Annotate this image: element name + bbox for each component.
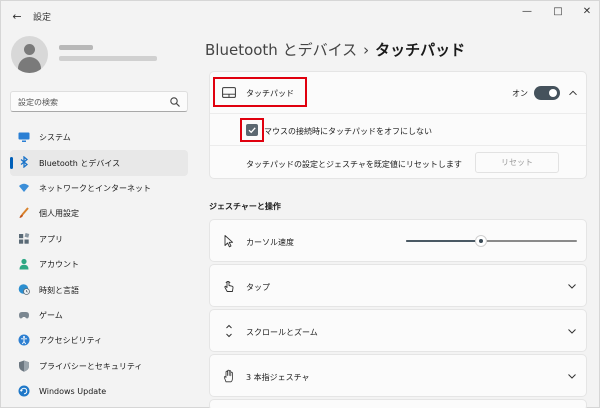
sidebar-item-label: ネットワークとインターネット: [39, 183, 151, 193]
sidebar-item-gaming[interactable]: ゲーム: [10, 303, 188, 328]
section-title: ジェスチャーと操作: [209, 202, 281, 211]
cursor-speed-card: カーソル速度: [209, 219, 587, 262]
partial-card: [209, 399, 587, 408]
sidebar-item-personalization[interactable]: 個人用設定: [10, 201, 188, 226]
user-name-redacted: [59, 45, 93, 50]
sidebar-item-label: ゲーム: [39, 310, 63, 320]
sidebar-item-network[interactable]: ネットワークとインターネット: [10, 176, 188, 201]
sidebar-item-apps[interactable]: アプリ: [10, 227, 188, 252]
search-input[interactable]: [18, 95, 168, 109]
hand-icon: [223, 369, 233, 383]
chevron-down-icon[interactable]: [567, 371, 577, 381]
shield-icon: [19, 360, 29, 372]
minimize-icon[interactable]: —: [516, 5, 538, 19]
toggle-state-label: オン: [512, 89, 528, 98]
search-box[interactable]: [10, 91, 188, 112]
sidebar-item-privacy[interactable]: プライバシーとセキュリティ: [10, 354, 188, 379]
settings-window: ← 設定 — □ ✕ システム Bluetooth と: [0, 0, 600, 408]
sidebar-item-label: Bluetooth とデバイス: [39, 158, 121, 168]
sidebar-item-label: 個人用設定: [39, 209, 79, 219]
monitor-icon: [18, 132, 30, 142]
globe-clock-icon: [18, 284, 30, 296]
avatar[interactable]: [11, 36, 48, 73]
user-email-redacted: [59, 56, 157, 61]
wifi-icon: [19, 183, 29, 192]
sidebar-item-label: プライバシーとセキュリティ: [39, 361, 143, 371]
touchpad-card: タッチパッド オン マウスの接続時にタッチパッドをオフにしない タッチパッドの設…: [209, 71, 587, 179]
sidebar-item-label: 時刻と言語: [39, 285, 79, 295]
sidebar-item-label: システム: [39, 133, 71, 143]
chevron-down-icon[interactable]: [567, 326, 577, 336]
scroll-icon: [226, 324, 232, 338]
update-icon: [18, 385, 30, 397]
sidebar-item-windows-update[interactable]: Windows Update: [10, 379, 188, 404]
tap-label: タップ: [246, 283, 270, 292]
scroll-zoom-card[interactable]: スクロールとズーム: [209, 309, 587, 352]
cursor-speed-label: カーソル速度: [246, 238, 294, 247]
tap-icon: [224, 281, 234, 292]
bluetooth-icon: [20, 156, 29, 169]
tap-card[interactable]: タップ: [209, 264, 587, 307]
app-title: 設定: [33, 13, 52, 23]
cursor-icon: [224, 235, 234, 248]
sidebar-item-accounts[interactable]: アカウント: [10, 252, 188, 277]
reset-button[interactable]: リセット: [475, 152, 559, 173]
sidebar-item-system[interactable]: システム: [10, 125, 188, 150]
breadcrumb-parent[interactable]: Bluetooth とデバイス: [205, 41, 357, 59]
highlight-checkbox: [240, 118, 264, 142]
sidebar-item-label: Windows Update: [39, 387, 107, 397]
scroll-zoom-label: スクロールとズーム: [246, 328, 318, 337]
sidebar-item-label: アクセシビリティ: [39, 336, 103, 346]
back-arrow-icon[interactable]: ←: [9, 9, 25, 25]
sidebar-item-accessibility[interactable]: アクセシビリティ: [10, 328, 188, 353]
title-bar: ← 設定 — □ ✕: [1, 1, 600, 31]
highlight-touchpad: [213, 77, 307, 107]
chevron-down-icon[interactable]: [567, 281, 577, 291]
slider-thumb[interactable]: [475, 235, 488, 247]
touchpad-toggle[interactable]: [534, 86, 560, 100]
sidebar-item-time-language[interactable]: 時刻と言語: [10, 277, 188, 302]
three-finger-card[interactable]: 3 本指ジェスチャ: [209, 354, 587, 397]
sidebar-item-bluetooth[interactable]: Bluetooth とデバイス: [10, 150, 188, 176]
brush-icon: [19, 207, 29, 219]
sidebar-nav: システム Bluetooth とデバイス ネットワークとインターネット 個人用設…: [10, 125, 188, 404]
reset-description: タッチパッドの設定とジェスチャを既定値にリセットします: [246, 160, 462, 169]
search-icon[interactable]: [169, 96, 181, 108]
breadcrumb: Bluetooth とデバイス › タッチパッド: [205, 39, 465, 60]
apps-icon: [19, 232, 30, 244]
cursor-speed-slider[interactable]: [406, 235, 577, 247]
breadcrumb-separator: ›: [363, 41, 370, 59]
leave-on-label: マウスの接続時にタッチパッドをオフにしない: [264, 127, 432, 136]
three-finger-label: 3 本指ジェスチャ: [246, 373, 310, 382]
maximize-icon[interactable]: □: [547, 5, 569, 19]
person-icon: [19, 258, 29, 270]
sidebar-item-label: アプリ: [39, 234, 63, 244]
close-icon[interactable]: ✕: [576, 5, 598, 19]
accessibility-icon: [18, 334, 30, 346]
sidebar-item-label: アカウント: [39, 260, 79, 270]
gamepad-icon: [19, 311, 29, 319]
page-title: タッチパッド: [375, 41, 466, 59]
chevron-up-icon[interactable]: [568, 88, 578, 98]
